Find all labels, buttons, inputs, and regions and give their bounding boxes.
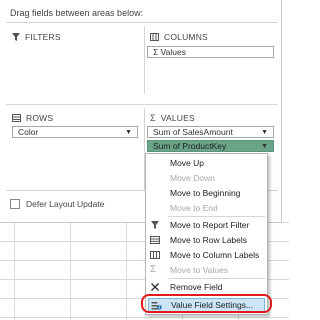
values-title: VALUES	[160, 113, 195, 123]
menu-item-label: Move Up	[170, 158, 205, 168]
annotation-highlight-oval	[141, 294, 272, 313]
menu-item-label: Move to Beginning	[170, 188, 241, 198]
menu-item-move-to-beginning[interactable]: Move to Beginning	[146, 186, 267, 200]
menu-item-label: Move to Values	[170, 265, 228, 275]
columns-field-label: Σ Values	[153, 47, 186, 57]
values-field-label: Sum of ProductKey	[153, 141, 227, 151]
columns-field-values[interactable]: Σ Values	[147, 46, 274, 58]
filter-icon	[12, 33, 20, 41]
filters-area-header: FILTERS	[12, 32, 61, 42]
defer-layout-label: Defer Layout Update	[26, 199, 105, 209]
chevron-down-icon[interactable]: ▼	[261, 129, 268, 136]
values-field-sum-productkey[interactable]: Sum of ProductKey ▼	[147, 140, 274, 152]
menu-item-label: Move to Report Filter	[170, 220, 250, 230]
defer-layout-update[interactable]: Defer Layout Update	[10, 199, 104, 209]
drag-fields-instruction: Drag fields between areas below:	[10, 8, 144, 18]
values-area-header: Σ VALUES	[150, 113, 195, 123]
columns-icon	[150, 250, 160, 260]
menu-item-move-to-report-filter[interactable]: Move to Report Filter	[146, 218, 267, 232]
field-context-menu: Move Up Move Down Move to Beginning Move…	[145, 153, 268, 315]
remove-x-icon	[150, 282, 160, 292]
rows-field-color[interactable]: Color ▼	[12, 126, 138, 138]
middle-divider	[6, 104, 278, 105]
rows-icon	[150, 235, 160, 245]
sigma-icon: Σ	[150, 113, 156, 123]
menu-item-move-to-end[interactable]: Move to End	[146, 201, 267, 215]
rows-icon	[12, 114, 21, 122]
menu-item-move-down[interactable]: Move Down	[146, 171, 267, 185]
chevron-down-icon[interactable]: ▼	[125, 129, 132, 136]
rows-area-header: ROWS	[12, 113, 53, 123]
values-field-sum-salesamount[interactable]: Sum of SalesAmount ▼	[147, 126, 274, 138]
columns-area-header: COLUMNS	[150, 32, 208, 42]
menu-item-label: Move Down	[170, 173, 215, 183]
menu-item-move-to-row-labels[interactable]: Move to Row Labels	[146, 233, 267, 247]
menu-item-remove-field[interactable]: Remove Field	[146, 280, 267, 294]
rows-field-label: Color	[18, 127, 39, 137]
values-field-label: Sum of SalesAmount	[153, 127, 233, 137]
menu-item-label: Move to Column Labels	[170, 250, 260, 260]
columns-title: COLUMNS	[164, 32, 208, 42]
menu-item-label: Move to End	[170, 203, 218, 213]
menu-item-label: Move to Row Labels	[170, 235, 248, 245]
sigma-icon: Σ	[150, 264, 157, 275]
menu-item-move-to-column-labels[interactable]: Move to Column Labels	[146, 248, 267, 262]
menu-item-move-to-values[interactable]: Σ Move to Values	[146, 263, 267, 277]
columns-icon	[150, 33, 159, 41]
chevron-down-icon[interactable]: ▼	[261, 143, 268, 150]
menu-separator	[168, 278, 265, 279]
rows-title: ROWS	[26, 113, 54, 123]
filter-icon	[150, 220, 160, 230]
menu-item-label: Remove Field	[170, 282, 223, 292]
top-divider	[6, 22, 278, 23]
defer-layout-checkbox[interactable]	[10, 199, 20, 209]
upper-vertical-divider	[144, 26, 145, 94]
menu-item-move-up[interactable]: Move Up	[146, 156, 267, 170]
menu-separator	[168, 216, 265, 217]
filters-title: FILTERS	[25, 32, 61, 42]
